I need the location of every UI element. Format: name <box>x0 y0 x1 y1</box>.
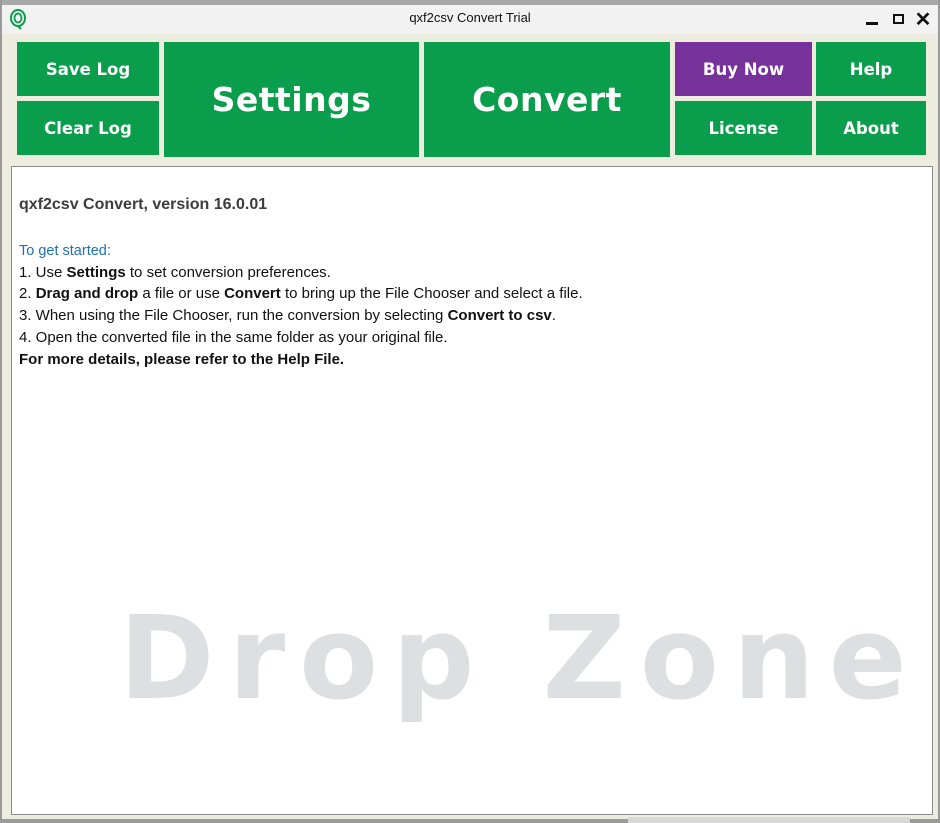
save-log-button[interactable]: Save Log <box>17 42 159 96</box>
app-window: qxf2csv Convert Trial ✕ Save Log Clear L… <box>0 0 940 823</box>
license-button[interactable]: License <box>675 101 812 155</box>
instruction-line-2: 2. Drag and drop a file or use Convert t… <box>19 285 583 302</box>
buy-now-button[interactable]: Buy Now <box>675 42 812 96</box>
log-drop-zone[interactable]: qxf2csv Convert, version 16.0.01 To get … <box>11 166 933 815</box>
instruction-line-4: 4. Open the converted file in the same f… <box>19 329 448 346</box>
help-reference-line: For more details, please refer to the He… <box>19 351 345 368</box>
help-button[interactable]: Help <box>816 42 926 96</box>
clear-log-button[interactable]: Clear Log <box>17 101 159 155</box>
maximize-icon[interactable] <box>886 7 910 31</box>
instruction-line-1: 1. Use Settings to set conversion prefer… <box>19 264 331 281</box>
version-text: qxf2csv Convert, version 16.0.01 <box>19 196 268 213</box>
about-button[interactable]: About <box>816 101 926 155</box>
minimize-icon[interactable] <box>860 7 884 31</box>
get-started-heading: To get started: <box>19 243 111 259</box>
window-bottom-edge <box>628 817 910 823</box>
settings-button[interactable]: Settings <box>164 42 419 157</box>
title-bar[interactable]: qxf2csv Convert Trial ✕ <box>2 0 938 34</box>
window-title: qxf2csv Convert Trial <box>409 10 531 25</box>
convert-button[interactable]: Convert <box>424 42 670 157</box>
close-icon[interactable]: ✕ <box>911 7 935 31</box>
instruction-line-3: 3. When using the File Chooser, run the … <box>19 307 556 324</box>
drop-zone-watermark: Drop Zone <box>119 592 921 726</box>
